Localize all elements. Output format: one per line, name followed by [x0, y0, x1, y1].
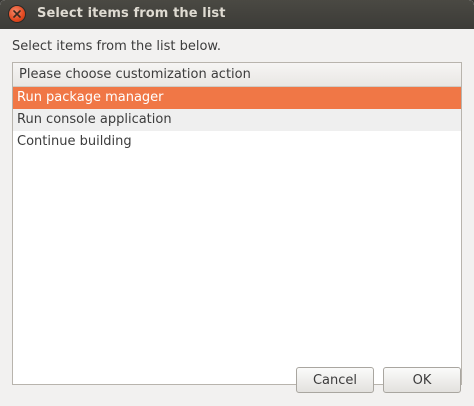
close-button[interactable] — [9, 6, 25, 22]
list-column-header[interactable]: Please choose customization action — [13, 63, 461, 87]
ok-button[interactable]: OK — [383, 367, 461, 393]
close-icon — [13, 10, 21, 18]
list-item-run-package-manager[interactable]: Run package manager — [13, 87, 461, 109]
window-title: Select items from the list — [37, 6, 226, 21]
cancel-button[interactable]: Cancel — [296, 367, 374, 393]
list-item-run-console-application[interactable]: Run console application — [13, 109, 461, 131]
items-list[interactable]: Please choose customization action Run p… — [12, 62, 462, 385]
dialog-window: Select items from the list Select items … — [0, 0, 474, 406]
dialog-content: Select items from the list below. Please… — [0, 29, 474, 406]
prompt-label: Select items from the list below. — [12, 39, 221, 54]
list-item-continue-building[interactable]: Continue building — [13, 131, 461, 153]
title-bar: Select items from the list — [0, 0, 474, 29]
